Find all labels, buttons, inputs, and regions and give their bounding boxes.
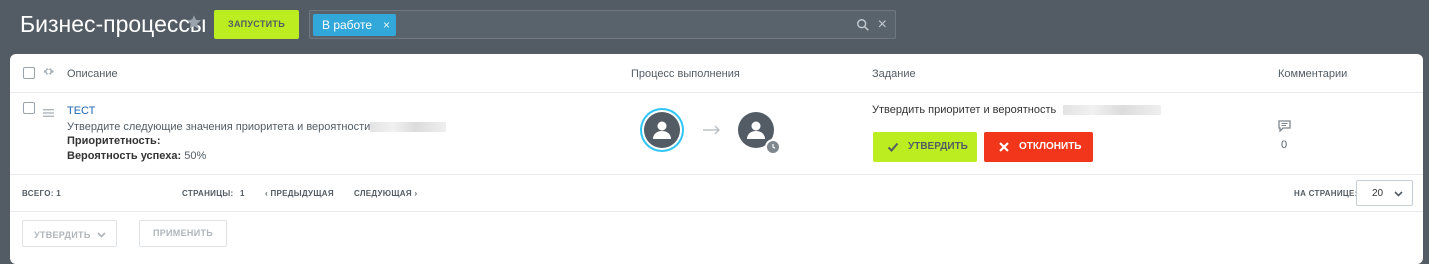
search-filter[interactable]: В работе × ×	[309, 10, 896, 39]
next-page-link[interactable]: СЛЕДУЮЩАЯ ›	[354, 189, 417, 198]
x-icon	[999, 142, 1009, 152]
user-icon	[747, 121, 765, 139]
prev-page-link[interactable]: ‹ ПРЕДЫДУЩАЯ	[265, 189, 334, 198]
start-button[interactable]: ЗАПУСТИТЬ	[214, 10, 299, 39]
column-process[interactable]: Процесс выполнения	[631, 68, 740, 80]
probability-label: Вероятность успеха:	[67, 150, 182, 162]
task-text-label: Утвердить приоритет и вероятность	[872, 104, 1057, 116]
process-user-avatar-next[interactable]	[738, 112, 781, 155]
clear-search-icon[interactable]: ×	[878, 17, 887, 33]
table-header: Описание Процесс выполнения Задание Комм…	[10, 54, 1423, 93]
task-description: Утвердите следующие значения приоритета …	[67, 121, 447, 133]
check-icon	[887, 142, 899, 152]
tag-close-icon[interactable]: ×	[383, 14, 390, 36]
redacted-value	[370, 122, 447, 133]
user-icon	[653, 121, 671, 139]
menu-icon[interactable]	[43, 109, 54, 117]
pagination-bar: ВСЕГО: 1 СТРАНИЦЫ: 1 ‹ ПРЕДЫДУЩАЯ СЛЕДУЮ…	[10, 174, 1423, 212]
filter-tag[interactable]: В работе ×	[313, 14, 397, 36]
group-action-select[interactable]: УТВЕРДИТЬ	[22, 220, 117, 247]
table-row: ТЕСТ Утвердите следующие значения приори…	[10, 92, 1423, 175]
reject-button[interactable]: ОТКЛОНИТЬ	[984, 132, 1093, 162]
page-title: Бизнес-процессы	[20, 11, 207, 37]
column-task[interactable]: Задание	[872, 68, 916, 80]
column-comments[interactable]: Комментарии	[1278, 68, 1347, 80]
task-text: Утвердить приоритет и вероятность	[872, 104, 1162, 116]
total-count: ВСЕГО: 1	[22, 189, 61, 198]
pages-label: СТРАНИЦЫ:	[182, 189, 234, 198]
priority-line: Приоритетность:	[67, 135, 160, 147]
approve-button[interactable]: УТВЕРДИТЬ	[873, 132, 977, 162]
per-page-label: НА СТРАНИЦЕ:	[1294, 189, 1358, 198]
group-action-label: УТВЕРДИТЬ	[34, 230, 91, 240]
star-icon[interactable]	[186, 14, 202, 30]
total-label: ВСЕГО:	[22, 189, 54, 198]
approve-label: УТВЕРДИТЬ	[908, 141, 968, 152]
select-all-checkbox[interactable]	[23, 67, 35, 79]
clock-icon	[765, 139, 781, 155]
comments-count: 0	[1281, 139, 1288, 151]
row-checkbox[interactable]	[23, 102, 35, 114]
pages-value[interactable]: 1	[240, 189, 245, 198]
per-page-value: 20	[1372, 188, 1384, 199]
probability-value: 50%	[184, 150, 207, 162]
search-icon[interactable]	[856, 18, 870, 32]
priority-label: Приоритетность:	[67, 135, 161, 147]
gear-icon[interactable]	[43, 66, 54, 77]
description-text: Утвердите следующие значения приоритета …	[67, 121, 371, 133]
arrow-right-icon	[703, 125, 720, 135]
chevron-down-icon	[1394, 191, 1403, 197]
redacted-value	[1063, 105, 1162, 116]
chevron-down-icon	[97, 232, 106, 238]
total-value: 1	[56, 189, 61, 198]
apply-button[interactable]: ПРИМЕНИТЬ	[139, 220, 227, 247]
column-description[interactable]: Описание	[67, 68, 118, 80]
filter-tag-label: В работе	[322, 18, 373, 32]
comment-icon[interactable]	[1278, 120, 1291, 132]
task-name-link[interactable]: ТЕСТ	[67, 105, 95, 117]
process-user-avatar-current[interactable]	[644, 112, 680, 148]
per-page-select[interactable]: 20	[1356, 180, 1413, 206]
process-grid: Описание Процесс выполнения Задание Комм…	[10, 54, 1423, 264]
pages-info: СТРАНИЦЫ: 1	[182, 189, 245, 198]
probability-line: Вероятность успеха: 50%	[67, 150, 206, 162]
reject-label: ОТКЛОНИТЬ	[1019, 141, 1082, 152]
